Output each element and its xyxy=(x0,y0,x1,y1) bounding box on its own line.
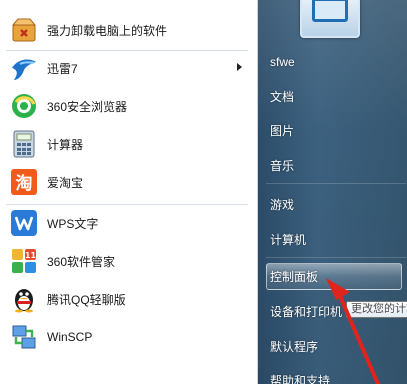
program-label: 迅雷7 xyxy=(47,61,78,76)
program-label: 360安全浏览器 xyxy=(47,99,128,114)
menu-item-documents[interactable]: 文档 xyxy=(270,85,407,109)
program-item-xunlei[interactable]: 迅雷7 xyxy=(3,49,250,87)
program-item-360-software-manager[interactable]: 11 360软件管家 xyxy=(3,242,250,280)
pinned-programs-pane: 强力卸载电脑上的软件 迅雷7 360安全浏览器 计算器 淘 爱淘宝 WPS文字 … xyxy=(0,0,258,384)
program-item-calculator[interactable]: 计算器 xyxy=(3,125,250,163)
divider xyxy=(266,183,406,184)
program-item-wps[interactable]: WPS文字 xyxy=(3,204,250,242)
menu-item-user-folder[interactable]: sfwe xyxy=(270,50,407,74)
360-browser-icon xyxy=(9,91,39,121)
user-account-picture[interactable] xyxy=(300,0,360,38)
menu-item-computer[interactable]: 计算机 xyxy=(270,228,407,252)
program-item-uninstaller[interactable]: 强力卸载电脑上的软件 xyxy=(3,11,250,49)
program-label: WPS文字 xyxy=(47,216,99,231)
menu-item-pictures[interactable]: 图片 xyxy=(270,119,407,143)
menu-item-control-panel[interactable]: 控制面板 xyxy=(270,265,407,289)
qq-penguin-icon xyxy=(9,284,39,314)
divider xyxy=(266,257,406,258)
program-label: 计算器 xyxy=(47,137,84,152)
taobao-glyph: 淘 xyxy=(16,173,33,194)
tooltip: 更改您的计算 xyxy=(346,301,407,318)
thunder-bird-icon xyxy=(9,53,39,83)
program-item-winscp[interactable]: WinSCP xyxy=(3,318,250,356)
360-software-manager-icon: 11 xyxy=(9,246,39,276)
menu-item-help-support[interactable]: 帮助和支持 xyxy=(270,369,407,384)
program-item-taobao[interactable]: 淘 爱淘宝 xyxy=(3,163,250,201)
menu-item-music[interactable]: 音乐 xyxy=(270,154,407,178)
program-label: 强力卸载电脑上的软件 xyxy=(47,23,168,38)
program-label: WinSCP xyxy=(47,330,93,344)
winscp-icon xyxy=(9,322,39,352)
menu-item-games[interactable]: 游戏 xyxy=(270,193,407,217)
submenu-arrow-icon[interactable] xyxy=(237,63,242,71)
wps-writer-icon xyxy=(9,208,39,238)
program-label: 腾讯QQ轻聊版 xyxy=(47,292,126,307)
program-label: 360软件管家 xyxy=(47,254,116,269)
taobao-icon: 淘 xyxy=(9,167,39,197)
program-item-qq-lite[interactable]: 腾讯QQ轻聊版 xyxy=(3,280,250,318)
program-label: 爱淘宝 xyxy=(47,175,84,190)
menu-item-default-programs[interactable]: 默认程序 xyxy=(270,335,407,359)
monitor-picture-icon xyxy=(312,0,348,22)
badge-count: 11 xyxy=(25,251,37,260)
calculator-icon xyxy=(9,129,39,159)
program-item-360-browser[interactable]: 360安全浏览器 xyxy=(3,87,250,125)
uninstall-box-icon xyxy=(9,15,39,45)
